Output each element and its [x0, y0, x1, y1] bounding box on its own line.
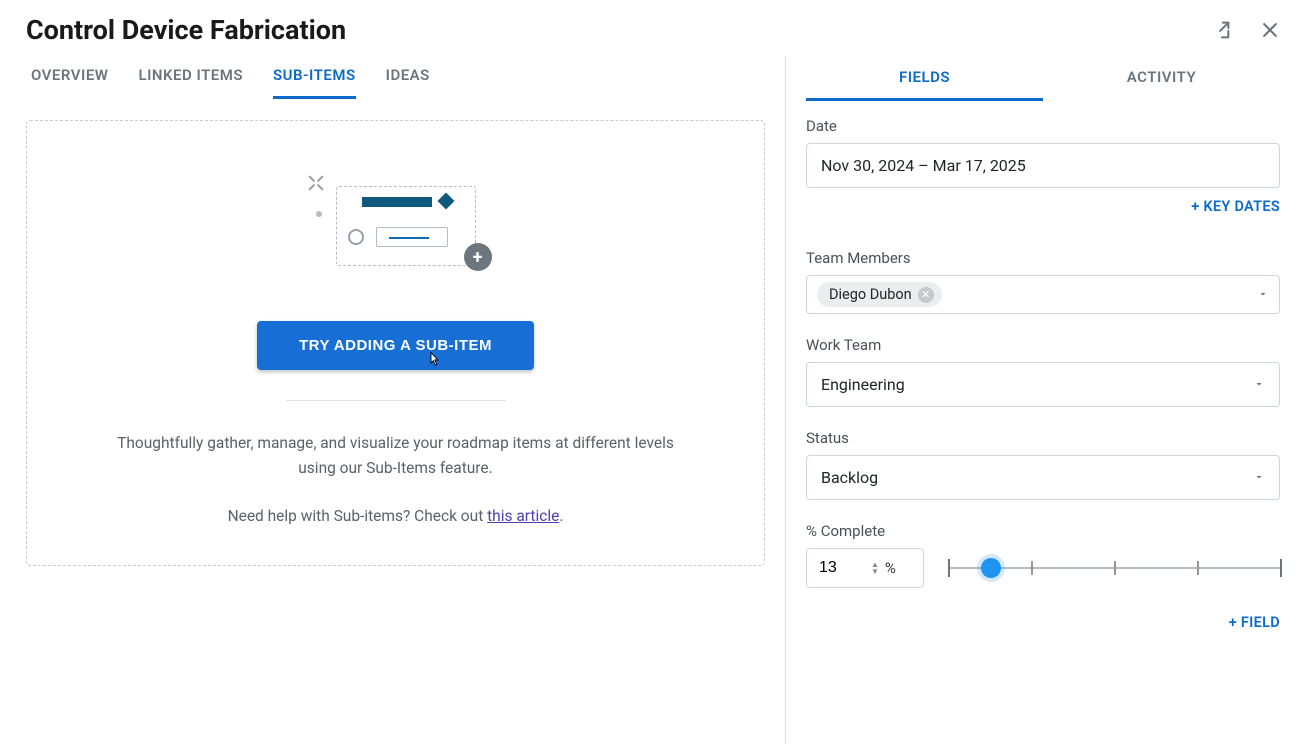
key-dates-button[interactable]: + KEY DATES [806, 198, 1280, 215]
chevron-down-icon [1253, 468, 1265, 487]
empty-state-help: Need help with Sub-items? Check out this… [107, 507, 684, 525]
close-icon[interactable] [1260, 20, 1280, 40]
empty-state-illustration: + [306, 171, 486, 281]
date-label: Date [806, 117, 1280, 135]
percent-complete-label: % Complete [806, 522, 1280, 540]
tab-overview[interactable]: OVERVIEW [31, 56, 108, 99]
percent-complete-slider[interactable] [948, 557, 1280, 579]
try-adding-sub-item-button[interactable]: TRY ADDING A SUB-ITEM [257, 321, 534, 370]
side-tab-fields[interactable]: FIELDS [806, 56, 1043, 101]
empty-state-description: Thoughtfully gather, manage, and visuali… [107, 431, 684, 481]
work-team-label: Work Team [806, 336, 1280, 354]
status-select[interactable]: Backlog [806, 455, 1280, 500]
tab-ideas[interactable]: IDEAS [386, 56, 430, 99]
chevron-down-icon [1257, 285, 1269, 304]
percent-complete-input-wrap: ▲▼ % [806, 548, 924, 588]
main-tabs: OVERVIEW LINKED ITEMS SUB-ITEMS IDEAS [26, 56, 765, 100]
add-field-button[interactable]: + FIELD [806, 614, 1280, 631]
member-chip: Diego Dubon ✕ [817, 282, 942, 307]
tab-linked-items[interactable]: LINKED ITEMS [138, 56, 243, 99]
plus-badge-icon: + [464, 243, 492, 271]
side-tabs: FIELDS ACTIVITY [806, 56, 1280, 101]
percent-complete-input[interactable] [817, 557, 865, 579]
open-externally-icon[interactable] [1210, 19, 1232, 41]
team-members-input[interactable]: Diego Dubon ✕ [806, 275, 1280, 314]
number-stepper[interactable]: ▲▼ [871, 561, 879, 575]
work-team-select[interactable]: Engineering [806, 362, 1280, 407]
percent-suffix: % [885, 559, 896, 577]
tab-sub-items[interactable]: SUB-ITEMS [273, 56, 356, 99]
remove-member-icon[interactable]: ✕ [918, 287, 934, 303]
sparkle-icon [304, 171, 328, 195]
status-label: Status [806, 429, 1280, 447]
chevron-down-icon [1253, 375, 1265, 394]
side-tab-activity[interactable]: ACTIVITY [1043, 56, 1280, 101]
page-title: Control Device Fabrication [26, 14, 1210, 46]
cursor-pointer-icon [425, 350, 443, 374]
help-article-link[interactable]: this article [487, 507, 559, 525]
date-input[interactable]: Nov 30, 2024 – Mar 17, 2025 [806, 143, 1280, 188]
sub-items-empty-state: + TRY ADDING A SUB-ITEM Thoughtfully gat… [26, 120, 765, 566]
team-members-label: Team Members [806, 249, 1280, 267]
